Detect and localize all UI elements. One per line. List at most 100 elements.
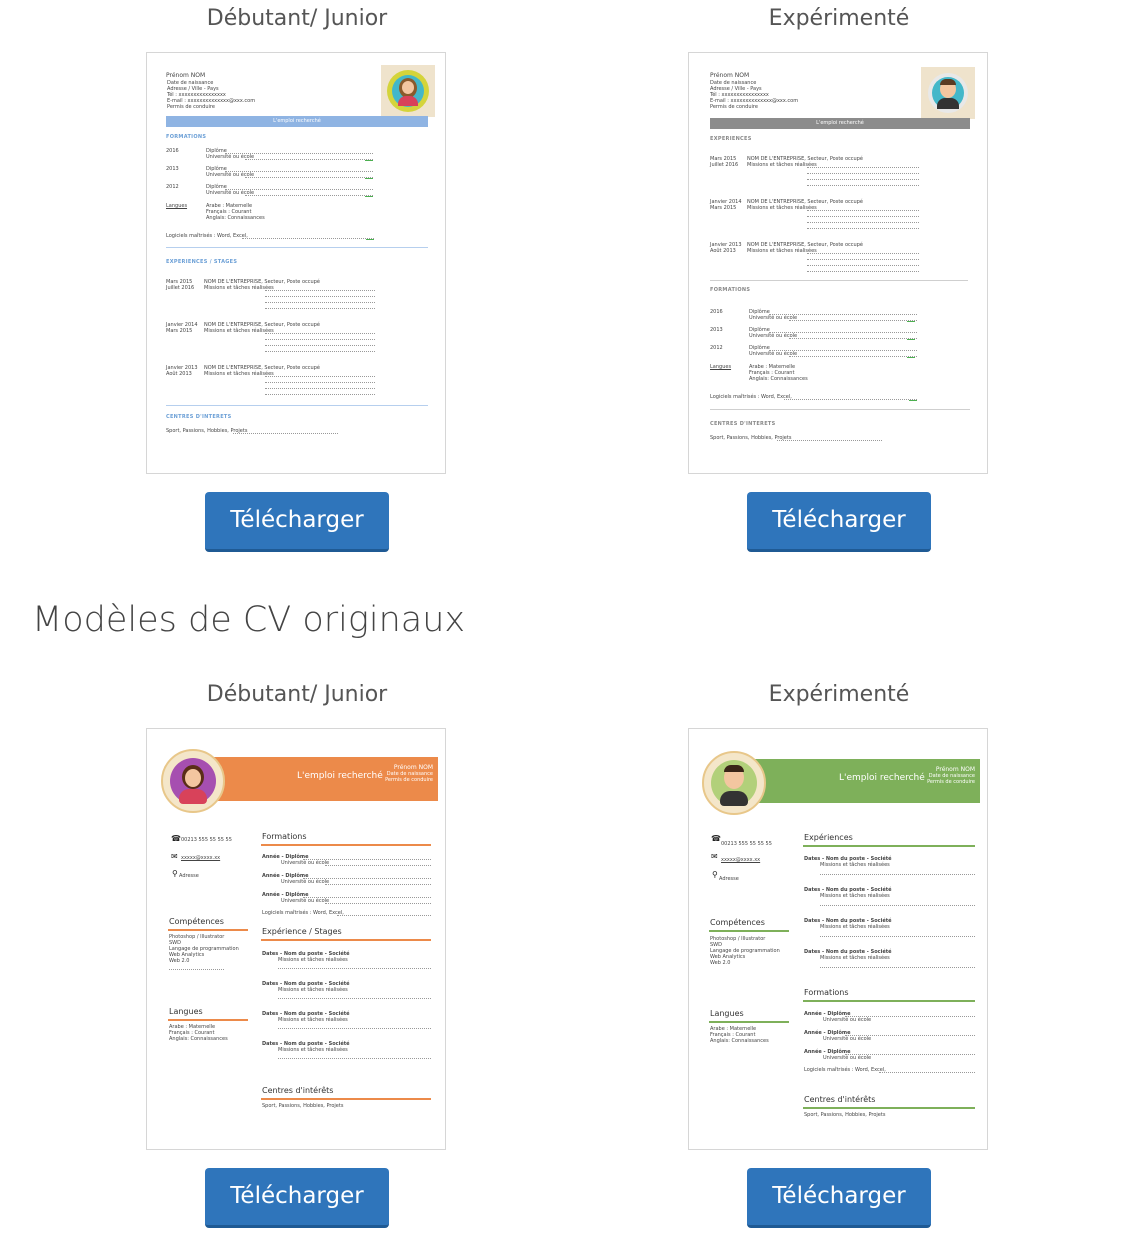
missions: Missions et tâches réalisées [820, 893, 890, 899]
missions: Missions et tâches réalisées [820, 924, 890, 930]
language-line: Anglais: Connaissances [710, 1038, 769, 1044]
year: 2012 [166, 184, 179, 190]
email-icon: ✉ [711, 852, 718, 861]
cv-preview-classic-junior[interactable]: Prénom NOM Date de naissance Adresse / V… [146, 52, 446, 474]
address: Adresse [719, 876, 739, 882]
green-mark [907, 321, 915, 322]
header-info: Prénom NOM Date de naissance Permis de c… [385, 765, 433, 784]
section-formations: FORMATIONS [710, 287, 751, 293]
address: Adresse [179, 873, 199, 879]
date: Mars 2015 [166, 328, 193, 334]
download-button-classic-junior[interactable]: Télécharger [205, 492, 389, 552]
dotted-line [278, 968, 431, 969]
languages-heading: Langues [710, 1009, 744, 1018]
skills-underline [168, 929, 248, 931]
cv-permit: Permis de conduire [927, 779, 975, 785]
software-line: Logiciels maîtrisés : Word, Excel, [804, 1067, 886, 1073]
dotted-line [325, 903, 431, 904]
phone-icon: ☎ [171, 834, 181, 843]
missions: Missions et tâches réalisées [204, 285, 274, 291]
dotted-line [225, 153, 373, 154]
date: Août 2013 [710, 248, 736, 254]
header-banner: L'emploi recherché Prénom NOM Date de na… [749, 759, 980, 803]
cv-preview-original-junior[interactable]: L'emploi recherché Prénom NOM Date de na… [146, 728, 446, 1150]
section-formations: FORMATIONS [166, 134, 207, 140]
date: Mars 2015 [710, 205, 737, 211]
language-line: Anglais: Connaissances [206, 215, 265, 221]
dotted-line [265, 382, 375, 383]
dotted-line [265, 339, 375, 340]
download-button-original-experienced[interactable]: Télécharger [747, 1168, 931, 1228]
cv-preview-original-experienced[interactable]: L'emploi recherché Prénom NOM Date de na… [688, 728, 988, 1150]
software-line: Logiciels maîtrisés : Word, Excel, [166, 233, 248, 239]
languages-label: Langues [710, 364, 732, 370]
dotted-line [265, 351, 375, 352]
green-mark [907, 357, 915, 358]
dotted-line [303, 897, 431, 898]
dotted-line [807, 185, 919, 186]
language-line: Anglais: Connaissances [169, 1036, 228, 1042]
interests-underline [803, 1107, 975, 1109]
section-interests: CENTRES D'INTERETS [710, 421, 776, 427]
dotted-line [265, 394, 375, 395]
dotted-line [807, 179, 919, 180]
separator [166, 247, 428, 248]
skills-underline [709, 930, 789, 932]
dotted-line [789, 356, 917, 357]
languages-heading: Langues [169, 1007, 203, 1016]
dotted-line [784, 399, 917, 400]
dotted-line [225, 189, 373, 190]
dotted-line [265, 296, 375, 297]
skill: Web 2.0 [710, 960, 731, 966]
dotted-line [807, 265, 919, 266]
green-mark [365, 178, 373, 179]
dotted-line [879, 1072, 975, 1073]
software-line: Logiciels maîtrisés : Word, Excel, [262, 910, 344, 916]
dotted-line [789, 320, 917, 321]
location-icon: ⚲ [712, 870, 718, 879]
dotted-line [820, 967, 975, 968]
year: 2013 [166, 166, 179, 172]
job-title: L'emploi recherché [297, 771, 383, 781]
section-interests: CENTRES D'INTERETS [166, 414, 232, 420]
skills-heading: Compétences [710, 918, 765, 927]
section-title: Modèles de CV originaux [32, 600, 466, 640]
location-icon: ⚲ [172, 869, 178, 878]
dotted-line [820, 936, 975, 937]
dotted-line [807, 216, 919, 217]
download-button-classic-experienced[interactable]: Télécharger [747, 492, 931, 552]
dotted-line [265, 290, 375, 291]
avatar [381, 65, 435, 117]
dotted-line [265, 376, 375, 377]
dotted-line [265, 345, 375, 346]
dotted-line [245, 195, 373, 196]
dotted-line [278, 1028, 431, 1029]
email: xxxxx@xxxx.xx [721, 857, 761, 863]
missions: Missions et tâches réalisées [204, 328, 274, 334]
date: Juillet 2016 [710, 162, 739, 168]
skills-heading: Compétences [169, 917, 224, 926]
cv-name: Prénom NOM [710, 72, 750, 79]
dotted-line [337, 915, 431, 916]
cv-preview-classic-experienced[interactable]: Prénom NOM Date de naissance Adresse / V… [688, 52, 988, 474]
dotted-line [242, 238, 374, 239]
experiences-heading: Expériences [804, 833, 853, 842]
formations-heading: Formations [804, 988, 849, 997]
dotted-line [233, 433, 338, 434]
section-experiences: EXPERIENCES / STAGES [166, 259, 238, 265]
experiences-underline [803, 845, 975, 847]
dotted-line [820, 874, 975, 875]
phone: 00213 555 55 55 55 [721, 841, 772, 847]
formations-underline [261, 844, 431, 846]
dotted-line [303, 878, 431, 879]
year: 2016 [166, 148, 179, 154]
dotted-line [807, 167, 919, 168]
dotted-line [278, 1058, 431, 1059]
dotted-line [845, 1035, 975, 1036]
download-button-original-junior[interactable]: Télécharger [205, 1168, 389, 1228]
languages-label: Langues [166, 203, 188, 209]
dotted-line [777, 440, 882, 441]
dotted-line [769, 350, 917, 351]
missions: Missions et tâches réalisées [204, 371, 274, 377]
separator [710, 409, 970, 410]
